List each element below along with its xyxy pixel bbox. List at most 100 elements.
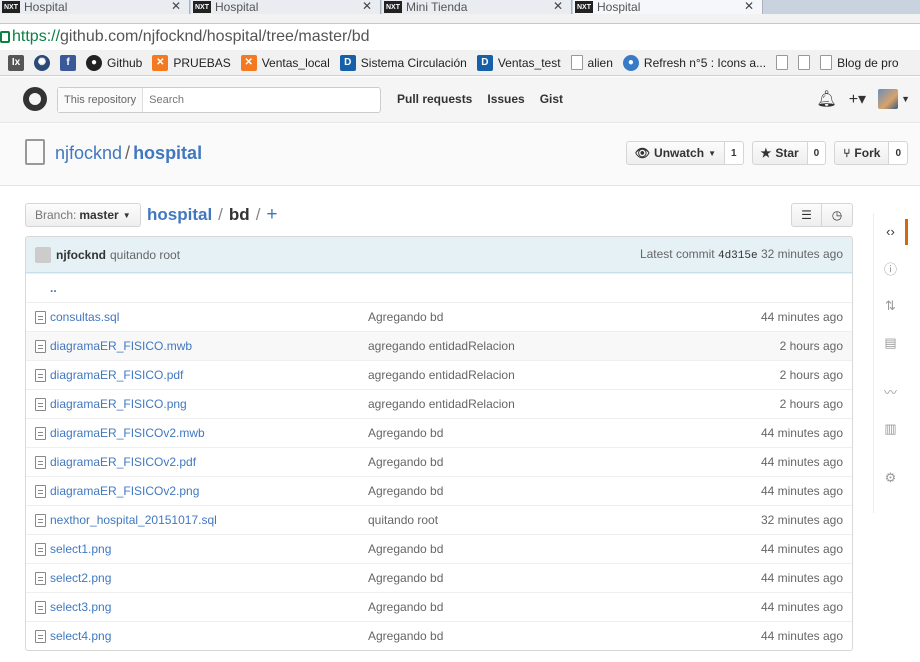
branch-select-button[interactable]: Branch: master ▼ xyxy=(25,203,141,227)
fork-group: ⑂ Fork 0 xyxy=(834,141,908,165)
search-input[interactable] xyxy=(149,94,350,106)
pull-request-icon[interactable]: ⇅ xyxy=(874,287,907,324)
file-commit-message[interactable]: Agregando bd xyxy=(368,484,668,498)
page-icon xyxy=(798,55,811,70)
star-icon: ★ xyxy=(760,146,772,160)
tab-strip: NXT Hospital ✕ NXT Hospital ✕ NXT Mini T… xyxy=(0,0,920,14)
bookmark[interactable]: ● Github xyxy=(86,54,142,71)
history-icon[interactable]: ◷ xyxy=(822,203,853,227)
close-icon[interactable]: ✕ xyxy=(362,0,372,13)
user-menu[interactable]: ▼ xyxy=(878,89,910,109)
close-icon[interactable]: ✕ xyxy=(553,0,563,13)
repo-owner-link[interactable]: njfocknd xyxy=(55,143,122,163)
parent-directory-link[interactable]: .. xyxy=(26,273,852,302)
table-row: diagramaER_FISICOv2.pdf Agregando bd 44 mi… xyxy=(26,447,852,476)
bookmark[interactable]: ✕ Ventas_local xyxy=(240,54,330,71)
bookmark[interactable]: ✺ xyxy=(34,54,50,71)
file-commit-message[interactable]: agregando entidadRelacion xyxy=(368,339,668,353)
repo-name-link[interactable]: hospital xyxy=(133,143,202,163)
file-name-link[interactable]: diagramaER_FISICOv2.mwb xyxy=(50,426,368,440)
issues-icon[interactable]: ⓘ xyxy=(874,250,907,287)
file-commit-message[interactable]: Agregando bd xyxy=(368,571,668,585)
chevron-down-icon: ▼ xyxy=(122,210,131,220)
file-name-link[interactable]: select3.png xyxy=(50,600,368,614)
settings-icon[interactable]: ⚙ xyxy=(874,459,907,496)
bookmark[interactable] xyxy=(798,55,811,70)
nav-gist[interactable]: Gist xyxy=(540,92,563,106)
stars-count[interactable]: 0 xyxy=(807,141,827,165)
pulse-icon[interactable]: 〰 xyxy=(874,373,907,410)
commit-message[interactable]: quitando root xyxy=(110,248,180,262)
file-commit-message[interactable]: Agregando bd xyxy=(368,426,668,440)
file-commit-message[interactable]: Agregando bd xyxy=(368,629,668,643)
file-commit-message[interactable]: agregando entidadRelacion xyxy=(368,397,668,411)
file-icon xyxy=(35,484,46,498)
file-icon xyxy=(35,542,46,556)
file-name-link[interactable]: select2.png xyxy=(50,571,368,585)
file-name-link[interactable]: consultas.sql xyxy=(50,310,368,324)
file-age: 2 hours ago xyxy=(779,339,843,353)
file-name-link[interactable]: diagramaER_FISICOv2.pdf xyxy=(50,455,368,469)
file-name-link[interactable]: diagramaER_FISICO.png xyxy=(50,397,368,411)
bookmark[interactable]: Blog de pro xyxy=(820,55,899,70)
file-name-link[interactable]: diagramaER_FISICOv2.png xyxy=(50,484,368,498)
file-commit-message[interactable]: Agregando bd xyxy=(368,310,668,324)
wiki-icon[interactable]: ▤ xyxy=(874,324,907,361)
file-commit-message[interactable]: quitando root xyxy=(368,513,668,527)
bookmark[interactable]: ✕ PRUEBAS xyxy=(152,54,231,71)
repo-header: njfocknd / hospital 👁︎ Unwatch ▼ 1 ★ Star 0 ⑂… xyxy=(0,124,920,186)
table-row: consultas.sql Agregando bd 44 minutes ago xyxy=(26,302,852,331)
table-row: diagramaER_FISICOv2.mwb Agregando bd 44 mi… xyxy=(26,418,852,447)
file-name-link[interactable]: select4.png xyxy=(50,629,368,643)
unwatch-button[interactable]: 👁︎ Unwatch ▼ xyxy=(625,141,725,165)
code-icon[interactable]: ‹› xyxy=(874,213,908,250)
bookmark[interactable]: ● Refresh n°5 : Icons a... xyxy=(622,54,766,71)
bookmark[interactable]: Ix xyxy=(8,54,24,71)
close-icon[interactable]: ✕ xyxy=(171,0,181,13)
close-icon[interactable]: ✕ xyxy=(744,0,754,13)
browser-tab[interactable]: NXT Hospital ✕ xyxy=(0,0,190,14)
star-button[interactable]: ★ Star xyxy=(751,141,808,165)
latest-commit-label: Latest commit xyxy=(639,247,715,261)
watchers-count[interactable]: 1 xyxy=(724,141,744,165)
unwatch-label: Unwatch xyxy=(654,146,705,160)
file-commit-message[interactable]: Agregando bd xyxy=(368,542,668,556)
file-name-link[interactable]: diagramaER_FISICO.mwb xyxy=(50,339,368,353)
bookmarks-bar: Ix ✺ f ● Github ✕ PRUEBAS ✕ Ventas_local DS… xyxy=(0,50,920,76)
file-age: 2 hours ago xyxy=(779,397,843,411)
nav-pull-requests[interactable]: Pull requests xyxy=(397,92,472,106)
nav-issues[interactable]: Issues xyxy=(487,92,524,106)
commit-author[interactable]: njfocknd xyxy=(56,248,106,262)
file-commit-message[interactable]: agregando entidadRelacion xyxy=(368,368,668,382)
bookmark[interactable]: f xyxy=(60,54,76,71)
new-file-plus-icon[interactable]: + xyxy=(266,204,277,226)
file-commit-message[interactable]: Agregando bd xyxy=(368,600,668,614)
unwatch-group: 👁︎ Unwatch ▼ 1 xyxy=(625,141,744,165)
commit-sha-link[interactable]: 4d315e xyxy=(718,250,758,262)
bookmark[interactable]: D Ventas_test xyxy=(476,54,561,71)
github-header: This repository Pull requests Issues Gis… xyxy=(0,77,920,123)
file-age: 44 minutes ago xyxy=(760,310,843,324)
bookmark[interactable] xyxy=(776,55,789,70)
bookmark[interactable]: alien xyxy=(570,55,613,70)
file-age: 32 minutes ago xyxy=(760,513,843,527)
breadcrumb-root-link[interactable]: hospital xyxy=(147,205,212,225)
file-commit-message[interactable]: Agregando bd xyxy=(368,455,668,469)
forks-count[interactable]: 0 xyxy=(889,141,908,165)
browser-tab[interactable]: NXT Mini Tienda ✕ xyxy=(382,0,572,14)
fork-icon: ⑂ xyxy=(843,146,851,160)
url-field[interactable]: https:// github.com/njfocknd/hospital/tr… xyxy=(0,23,920,49)
list-view-icon[interactable]: ☰ xyxy=(791,203,822,227)
file-name-link[interactable]: nexthor_hospital_20151017.sql xyxy=(50,513,368,527)
github-logo-icon[interactable] xyxy=(23,87,47,111)
file-name-link[interactable]: diagramaER_FISICO.pdf xyxy=(50,368,368,382)
browser-tab[interactable]: NXT Hospital ✕ xyxy=(191,0,381,14)
create-new-plus-icon[interactable]: +▾ xyxy=(849,89,866,109)
bookmark[interactable]: D Sistema Circulación xyxy=(339,54,467,71)
browser-tab-active[interactable]: NXT Hospital ✕ xyxy=(573,0,763,14)
fork-button[interactable]: ⑂ Fork xyxy=(834,141,890,165)
file-name-link[interactable]: select1.png xyxy=(50,542,368,556)
file-age: 2 hours ago xyxy=(779,368,843,382)
graphs-icon[interactable]: ▥ xyxy=(874,410,907,447)
notifications-bell-icon[interactable]: 🔔︎ xyxy=(816,89,836,109)
